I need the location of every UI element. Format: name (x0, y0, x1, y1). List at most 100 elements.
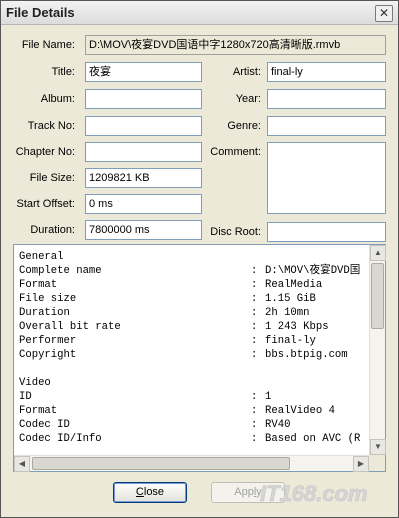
info-row: Codec ID: RV40 (19, 418, 366, 432)
info-row: Performer: final-ly (19, 334, 366, 348)
title-label: Title: (51, 66, 75, 78)
arrow-up-icon: ▲ (374, 248, 382, 257)
info-row: Overall bit rate:1 243 Kbps (19, 320, 366, 334)
info-val: 1 243 Kbps (265, 321, 329, 333)
artist-field[interactable]: final-ly (267, 62, 386, 82)
file-name-field[interactable]: D:\MOV\夜宴DVD国语中字1280x720高清晰版.rmvb (85, 35, 386, 55)
info-val: RV40 (265, 419, 291, 431)
info-val: bbs.btpig.com (265, 349, 348, 361)
title-field[interactable]: 夜宴 (85, 62, 202, 82)
info-colon: : (251, 433, 258, 445)
info-colon: : (251, 307, 258, 319)
info-row: Complete name: D:\MOV\夜宴DVD国 (19, 264, 366, 278)
info-row: ID:1 (19, 390, 366, 404)
close-button-mnemonic: C (135, 486, 144, 498)
start-offset-field[interactable]: 0 ms (85, 194, 202, 214)
info-colon: : (251, 293, 258, 305)
apply-button-label-end: y (256, 486, 262, 498)
scroll-left-button[interactable]: ◀ (14, 456, 30, 472)
info-key: Performer (19, 335, 77, 347)
apply-button-label-start: App (234, 486, 254, 498)
info-val: Based on AVC (R (265, 433, 361, 445)
file-name-label: File Name: (21, 39, 75, 51)
comment-field[interactable] (267, 142, 386, 214)
vertical-scrollbar[interactable]: ▲ ▼ (369, 245, 386, 455)
duration-field[interactable]: 7800000 ms (85, 220, 202, 240)
info-val: D:\MOV\夜宴DVD国 (265, 265, 361, 277)
info-key: Complete name (19, 265, 102, 277)
vertical-scroll-thumb[interactable] (371, 263, 384, 329)
info-row: Codec ID/Info: Based on AVC (R (19, 432, 366, 446)
file-size-field[interactable]: 1209821 KB (85, 168, 202, 188)
close-icon: ✕ (378, 6, 390, 20)
info-key: Duration (19, 307, 70, 319)
info-key: General (19, 251, 64, 263)
info-key: ID (19, 391, 32, 403)
info-row: Duration:2h 10mn (19, 306, 366, 320)
year-label: Year: (235, 93, 261, 105)
scroll-right-button[interactable]: ▶ (353, 456, 369, 472)
info-val: RealVideo 4 (265, 405, 335, 417)
genre-label: Genre: (227, 120, 261, 132)
start-offset-label: Start Offset: (16, 198, 76, 210)
arrow-down-icon: ▼ (374, 442, 382, 451)
info-row: General (19, 250, 366, 264)
info-colon: : (251, 349, 258, 361)
chapter-no-label: Chapter No: (15, 146, 75, 158)
track-no-field[interactable] (85, 116, 202, 136)
genre-field[interactable] (267, 116, 386, 136)
close-button[interactable]: Close (113, 482, 187, 503)
media-info-text: General Complete name: D:\MOV\夜宴DVD国 Format… (19, 250, 366, 455)
file-details-window: File Details ✕ File Name: D:\MOV\夜宴DVD国语… (0, 0, 399, 518)
album-label: Album: (40, 93, 75, 105)
info-key: File size (19, 293, 77, 305)
title-bar: File Details ✕ (1, 1, 398, 25)
info-key: Copyright (19, 349, 77, 361)
scroll-up-button[interactable]: ▲ (370, 245, 386, 261)
info-key: Format (19, 405, 58, 417)
scroll-corner (369, 455, 385, 471)
info-colon: : (251, 391, 258, 403)
info-val: RealMedia (265, 279, 323, 291)
arrow-right-icon: ▶ (357, 459, 365, 468)
file-size-label: File Size: (29, 172, 75, 184)
media-info-panel[interactable]: General Complete name: D:\MOV\夜宴DVD国 Format… (13, 244, 386, 472)
close-button-label: lose (143, 486, 165, 498)
window-title: File Details (6, 5, 75, 20)
info-key: Codec ID/Info (19, 433, 102, 445)
info-row: File size:1.15 GiB (19, 292, 366, 306)
info-key: Video (19, 377, 51, 389)
info-row: Copyright: bbs.btpig.com (19, 348, 366, 362)
track-no-label: Track No: (27, 120, 75, 132)
info-row (19, 362, 366, 376)
duration-label: Duration: (30, 224, 75, 236)
album-field[interactable] (85, 89, 202, 109)
info-row: Format: RealMedia (19, 278, 366, 292)
info-colon: : (251, 279, 258, 291)
info-colon: : (251, 265, 258, 277)
info-val: 1 (265, 391, 272, 403)
info-val: final-ly (265, 335, 316, 347)
info-key: Overall bit rate (19, 321, 121, 333)
info-row: Format: RealVideo 4 (19, 404, 366, 418)
arrow-left-icon: ◀ (18, 459, 26, 468)
disc-root-label: Disc Root: (210, 226, 261, 238)
info-val: 2h 10mn (265, 307, 310, 319)
info-key: Codec ID (19, 419, 70, 431)
info-val: 1.15 GiB (265, 293, 316, 305)
scroll-down-button[interactable]: ▼ (370, 439, 386, 455)
info-colon: : (251, 419, 258, 431)
info-colon: : (251, 405, 258, 417)
horizontal-scroll-thumb[interactable] (32, 457, 290, 470)
year-field[interactable] (267, 89, 386, 109)
disc-root-field[interactable] (267, 222, 386, 242)
close-window-button[interactable]: ✕ (375, 5, 393, 22)
info-key: Format (19, 279, 58, 291)
horizontal-scrollbar[interactable]: ◀ ▶ (14, 455, 369, 472)
info-row: Video (19, 376, 366, 390)
artist-label: Artist: (232, 66, 261, 78)
chapter-no-field[interactable] (85, 142, 202, 162)
info-colon: : (251, 335, 258, 347)
apply-button[interactable]: Apply (211, 482, 285, 503)
info-colon: : (251, 321, 258, 333)
